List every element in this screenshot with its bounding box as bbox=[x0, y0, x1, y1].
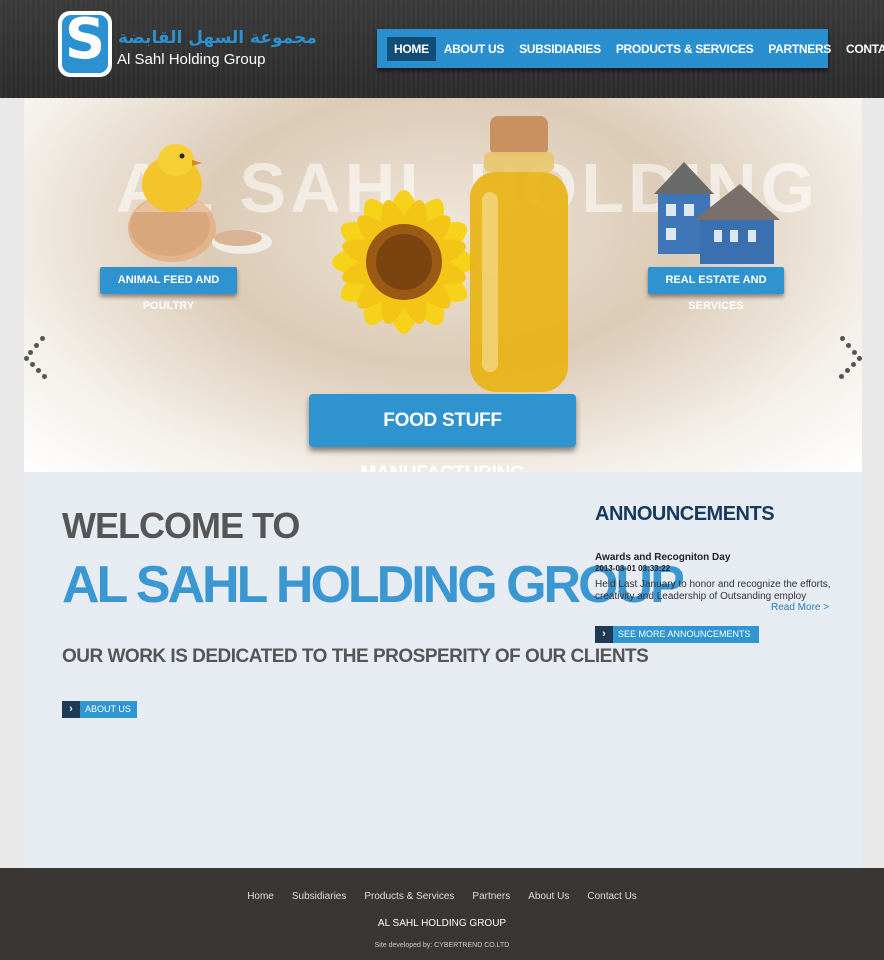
announcement-item-body: Held Last January to honor and recognize… bbox=[595, 579, 831, 602]
arrow-dot bbox=[846, 343, 851, 348]
announcement-item-date: 2013-03-01 03:33:22 bbox=[595, 564, 671, 573]
nav-products-services[interactable]: PRODUCTS & SERVICES bbox=[609, 37, 760, 61]
arrow-dot bbox=[36, 368, 41, 373]
logo-english-name: Al Sahl Holding Group bbox=[117, 51, 266, 68]
welcome-heading: WELCOME TO bbox=[62, 505, 300, 546]
arrow-dot bbox=[845, 368, 850, 373]
arrow-dot bbox=[840, 336, 845, 341]
about-us-button-label: ABOUT US bbox=[80, 701, 137, 718]
logo-letter: S bbox=[64, 7, 106, 72]
footer-link-contact-us[interactable]: Contact Us bbox=[587, 891, 636, 902]
main-nav: HOME ABOUT US SUBSIDIARIES PRODUCTS & SE… bbox=[377, 29, 884, 68]
read-more-link[interactable]: Read More > bbox=[771, 602, 829, 613]
sunflower-oil-image bbox=[332, 116, 568, 392]
arrow-dot bbox=[852, 350, 857, 355]
footer-credit[interactable]: Site developed by: CYBERTREND CO.LTD bbox=[0, 942, 884, 949]
footer-link-home[interactable]: Home bbox=[247, 891, 274, 902]
logo-mark[interactable]: S bbox=[58, 7, 112, 77]
footer-link-products-services[interactable]: Products & Services bbox=[364, 891, 454, 902]
chick-egg-image bbox=[128, 144, 272, 262]
see-more-announcements-button[interactable]: › SEE MORE ANNOUNCEMENTS bbox=[595, 626, 759, 643]
arrow-dot bbox=[24, 356, 29, 361]
arrow-dot bbox=[28, 350, 33, 355]
slider-prev-arrow[interactable] bbox=[24, 334, 54, 379]
nav-about-us[interactable]: ABOUT US bbox=[437, 37, 511, 61]
site-header: S مجموعة السهل القابضة Al Sahl Holding G… bbox=[0, 0, 884, 98]
arrow-dot bbox=[42, 374, 47, 379]
announcements-title: ANNOUNCEMENTS bbox=[595, 503, 775, 525]
slider-next-arrow[interactable] bbox=[836, 334, 862, 379]
arrow-dot bbox=[851, 362, 856, 367]
footer-link-about-us[interactable]: About Us bbox=[528, 891, 569, 902]
real-estate-services-button[interactable]: REAL ESTATE AND SERVICES bbox=[648, 267, 784, 312]
footer-links: Home Subsidiaries Products & Services Pa… bbox=[0, 891, 884, 902]
tagline: OUR WORK IS DEDICATED TO THE PROSPERITY … bbox=[62, 646, 649, 667]
arrow-dot bbox=[34, 343, 39, 348]
arrow-dot bbox=[839, 374, 844, 379]
arrow-dot bbox=[857, 356, 862, 361]
announcement-item-title[interactable]: Awards and Recogniton Day bbox=[595, 552, 730, 563]
nav-partners[interactable]: PARTNERS bbox=[761, 37, 838, 61]
chevron-right-icon: › bbox=[595, 626, 613, 643]
see-more-announcements-label: SEE MORE ANNOUNCEMENTS bbox=[613, 626, 759, 643]
arrow-dot bbox=[30, 362, 35, 367]
nav-subsidiaries[interactable]: SUBSIDIARIES bbox=[512, 37, 608, 61]
site-footer: Home Subsidiaries Products & Services Pa… bbox=[0, 868, 884, 960]
nav-contact-us[interactable]: CONTACT US bbox=[839, 37, 884, 61]
logo-arabic-name: مجموعة السهل القابضة bbox=[118, 28, 317, 48]
animal-feed-poultry-button[interactable]: ANIMAL FEED AND POULTRY bbox=[100, 267, 237, 312]
food-stuff-manufacturing-button[interactable]: FOOD STUFF MANUFACTURING bbox=[309, 394, 576, 484]
footer-company-name: AL SAHL HOLDING GROUP bbox=[377, 918, 507, 929]
chevron-right-icon: › bbox=[62, 701, 80, 718]
company-heading: AL SAHL HOLDING GROUP bbox=[62, 556, 685, 614]
footer-link-partners[interactable]: Partners bbox=[472, 891, 510, 902]
about-us-button[interactable]: › ABOUT US bbox=[62, 701, 137, 718]
arrow-dot bbox=[40, 336, 45, 341]
footer-link-subsidiaries[interactable]: Subsidiaries bbox=[292, 891, 346, 902]
nav-home[interactable]: HOME bbox=[387, 36, 436, 61]
house-image bbox=[654, 162, 780, 264]
